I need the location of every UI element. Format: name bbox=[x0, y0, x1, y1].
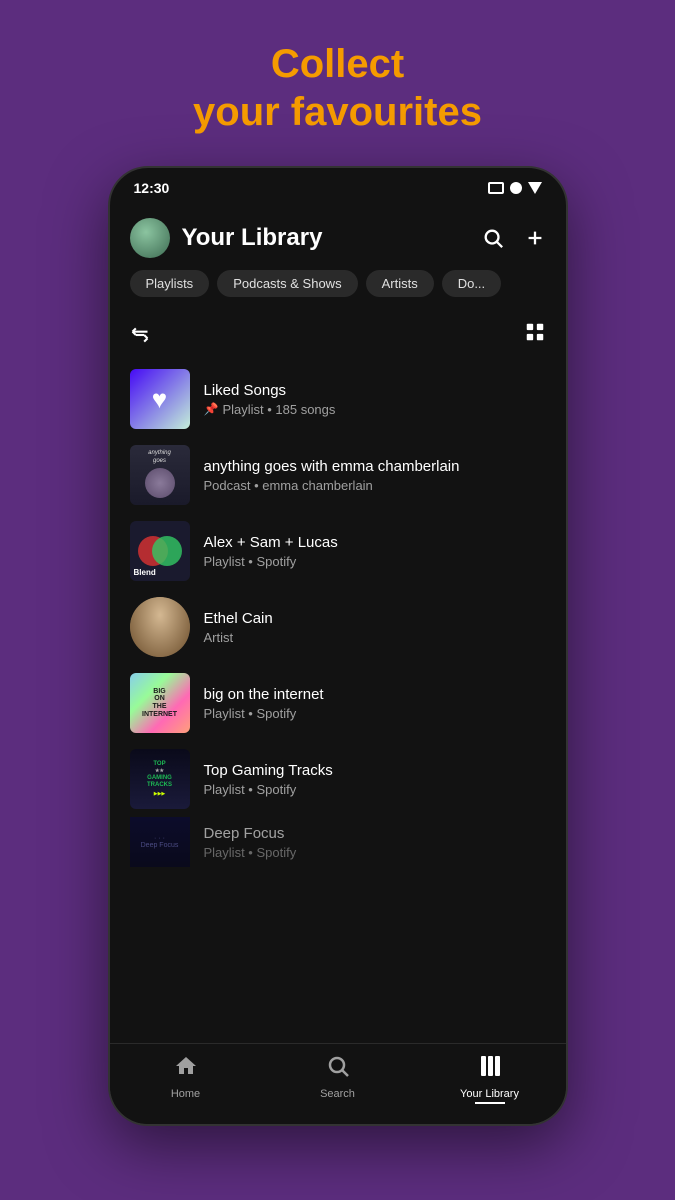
big-internet-info: big on the internet Playlist • Spotify bbox=[204, 686, 546, 721]
search-button[interactable] bbox=[482, 227, 504, 249]
filter-artists[interactable]: Artists bbox=[366, 270, 434, 297]
deep-focus-info: Deep Focus Playlist • Spotify bbox=[204, 825, 546, 860]
page-title: Your Library bbox=[182, 224, 323, 252]
phone-frame: 12:30 Your Library bbox=[108, 166, 568, 1126]
nav-library[interactable]: Your Library bbox=[460, 1054, 520, 1104]
nav-search[interactable]: Search bbox=[308, 1054, 368, 1104]
library-active-bar bbox=[475, 1102, 505, 1104]
big-internet-thumbnail: BIGONTHEINTERNET bbox=[130, 673, 190, 733]
blend-label: Blend bbox=[134, 568, 156, 577]
status-icons bbox=[488, 182, 542, 194]
library-label: Your Library bbox=[460, 1088, 519, 1100]
list-item[interactable]: BIGONTHEINTERNET big on the internet Pla… bbox=[110, 665, 566, 741]
home-label: Home bbox=[171, 1088, 200, 1100]
filter-podcasts[interactable]: Podcasts & Shows bbox=[217, 270, 357, 297]
header-actions bbox=[482, 227, 546, 249]
list-item[interactable]: anythinggoes anything goes with emma cha… bbox=[110, 437, 566, 513]
item-title: Liked Songs bbox=[204, 382, 546, 399]
list-item[interactable]: ♥ Liked Songs 📌 Playlist • 185 songs bbox=[110, 361, 566, 437]
filter-tabs: Playlists Podcasts & Shows Artists Do... bbox=[110, 270, 566, 313]
blend-thumbnail: Blend bbox=[130, 521, 190, 581]
list-item[interactable]: Blend Alex + Sam + Lucas Playlist • Spot… bbox=[110, 513, 566, 589]
sort-button[interactable] bbox=[130, 325, 150, 345]
liked-songs-thumbnail: ♥ bbox=[130, 369, 190, 429]
avatar[interactable] bbox=[130, 218, 170, 258]
list-item[interactable]: Ethel Cain Artist bbox=[110, 589, 566, 665]
status-time: 12:30 bbox=[134, 180, 170, 196]
list-item[interactable]: TOP★★GAMINGTRACKS ▶▶▶ Top Gaming Tracks … bbox=[110, 741, 566, 817]
hero-line1: Collect bbox=[271, 42, 404, 86]
item-title: Deep Focus bbox=[204, 825, 546, 842]
library-list: ♥ Liked Songs 📌 Playlist • 185 songs any… bbox=[110, 361, 566, 867]
library-icon bbox=[478, 1054, 502, 1084]
pin-icon: 📌 bbox=[204, 402, 219, 416]
search-nav-icon bbox=[326, 1054, 350, 1084]
sort-bar bbox=[110, 313, 566, 361]
artist-thumbnail bbox=[130, 597, 190, 657]
deep-focus-thumbnail: · · ·Deep Focus bbox=[130, 817, 190, 867]
podcast-info: anything goes with emma chamberlain Podc… bbox=[204, 458, 546, 493]
item-meta: Playlist • Spotify bbox=[204, 706, 546, 721]
add-button[interactable] bbox=[524, 227, 546, 249]
item-meta: Playlist • Spotify bbox=[204, 782, 546, 797]
item-title: Alex + Sam + Lucas bbox=[204, 534, 546, 551]
item-meta: Podcast • emma chamberlain bbox=[204, 478, 546, 493]
heart-icon: ♥ bbox=[152, 384, 167, 415]
signal-triangle-icon bbox=[528, 182, 542, 194]
gaming-info: Top Gaming Tracks Playlist • Spotify bbox=[204, 762, 546, 797]
item-meta: Artist bbox=[204, 630, 546, 645]
hero-line2: your favourites bbox=[193, 90, 482, 134]
bottom-navigation: Home Search Your Library bbox=[110, 1043, 566, 1124]
item-title: Top Gaming Tracks bbox=[204, 762, 546, 779]
grid-view-button[interactable] bbox=[524, 321, 546, 349]
search-label: Search bbox=[320, 1088, 355, 1100]
gaming-thumbnail: TOP★★GAMINGTRACKS ▶▶▶ bbox=[130, 749, 190, 809]
item-meta: 📌 Playlist • 185 songs bbox=[204, 402, 546, 417]
item-meta: Playlist • Spotify bbox=[204, 845, 546, 860]
header-left: Your Library bbox=[130, 218, 323, 258]
blend-info: Alex + Sam + Lucas Playlist • Spotify bbox=[204, 534, 546, 569]
blend-circle-green bbox=[152, 536, 182, 566]
liked-songs-info: Liked Songs 📌 Playlist • 185 songs bbox=[204, 382, 546, 417]
item-meta: Playlist • Spotify bbox=[204, 554, 546, 569]
item-title: Ethel Cain bbox=[204, 610, 546, 627]
podcast-thumbnail: anythinggoes bbox=[130, 445, 190, 505]
filter-downloaded[interactable]: Do... bbox=[442, 270, 501, 297]
avatar-image bbox=[130, 218, 170, 258]
artist-info: Ethel Cain Artist bbox=[204, 610, 546, 645]
hero-section: Collect your favourites bbox=[193, 40, 482, 136]
status-bar: 12:30 bbox=[110, 168, 566, 202]
page-header: Your Library bbox=[110, 202, 566, 270]
battery-icon bbox=[488, 182, 504, 194]
filter-playlists[interactable]: Playlists bbox=[130, 270, 210, 297]
nav-home[interactable]: Home bbox=[156, 1054, 216, 1104]
list-item[interactable]: · · ·Deep Focus Deep Focus Playlist • Sp… bbox=[110, 817, 566, 867]
home-icon bbox=[174, 1054, 198, 1084]
item-title: big on the internet bbox=[204, 686, 546, 703]
signal-circle-icon bbox=[510, 182, 522, 194]
item-title: anything goes with emma chamberlain bbox=[204, 458, 546, 475]
